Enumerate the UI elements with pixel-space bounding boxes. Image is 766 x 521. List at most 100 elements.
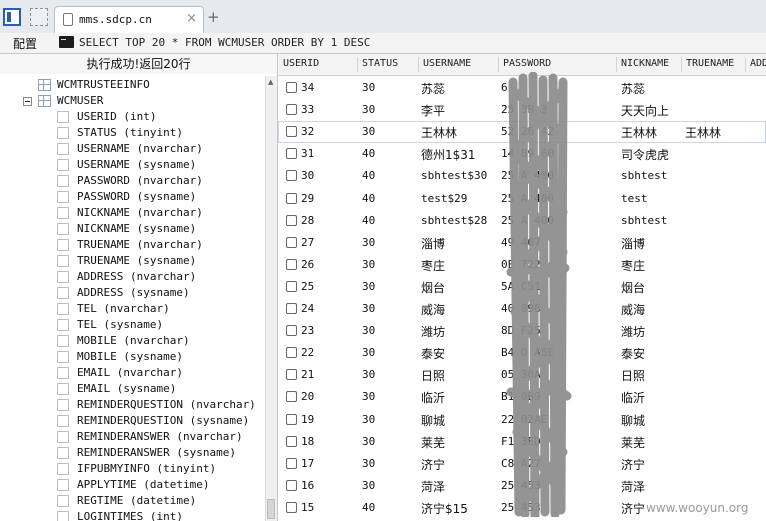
cell-status[interactable]: 30 bbox=[362, 479, 375, 492]
row-record-icon[interactable] bbox=[286, 435, 297, 447]
column-separator[interactable] bbox=[418, 57, 419, 72]
window-layout-button[interactable] bbox=[3, 8, 21, 26]
collapse-icon[interactable] bbox=[23, 97, 32, 106]
cell-username[interactable]: 威海 bbox=[421, 301, 445, 318]
cell-userid[interactable]: 29 bbox=[301, 192, 314, 205]
cell-status[interactable]: 30 bbox=[362, 280, 375, 293]
tree-column[interactable]: TRUENAME (sysname) bbox=[0, 253, 260, 269]
cell-nickname[interactable]: 王林林 bbox=[621, 124, 657, 141]
column-separator[interactable] bbox=[745, 57, 746, 72]
tree-column[interactable]: REGTIME (datetime) bbox=[0, 493, 260, 509]
column-separator[interactable] bbox=[681, 57, 682, 72]
cell-status[interactable]: 30 bbox=[362, 457, 375, 470]
row-record-icon[interactable] bbox=[286, 126, 297, 138]
cell-nickname[interactable]: 泰安 bbox=[621, 345, 645, 362]
cell-nickname[interactable]: 司令虎虎 bbox=[621, 146, 669, 163]
tree-column[interactable]: EMAIL (sysname) bbox=[0, 381, 260, 397]
cell-status[interactable]: 30 bbox=[362, 258, 375, 271]
tree-column[interactable]: NICKNAME (nvarchar) bbox=[0, 205, 260, 221]
tree-column[interactable]: EMAIL (nvarchar) bbox=[0, 365, 260, 381]
column-header-password[interactable]: PASSWORD bbox=[503, 58, 551, 69]
row-record-icon[interactable] bbox=[286, 82, 297, 93]
cell-userid[interactable]: 25 bbox=[301, 280, 314, 293]
row-record-icon[interactable] bbox=[286, 325, 297, 337]
cell-userid[interactable]: 28 bbox=[301, 214, 314, 227]
cell-nickname[interactable]: 聊城 bbox=[621, 412, 645, 429]
row-record-icon[interactable] bbox=[286, 413, 297, 425]
scroll-up-icon[interactable]: ▲ bbox=[268, 78, 273, 86]
cell-nickname[interactable]: 淄博 bbox=[621, 235, 645, 252]
tree-column[interactable]: USERNAME (sysname) bbox=[0, 157, 260, 173]
tree-scrollbar[interactable]: ▲ bbox=[265, 76, 277, 521]
cell-nickname[interactable]: 苏蕊 bbox=[621, 80, 645, 97]
cell-status[interactable]: 40 bbox=[362, 192, 375, 205]
cell-username[interactable]: 淄博 bbox=[421, 235, 445, 252]
cell-username[interactable]: 临沂 bbox=[421, 389, 445, 406]
cell-username[interactable]: 泰安 bbox=[421, 345, 445, 362]
cell-userid[interactable]: 20 bbox=[301, 390, 314, 403]
column-header-status[interactable]: STATUS bbox=[362, 58, 398, 69]
cell-userid[interactable]: 33 bbox=[301, 103, 314, 116]
cell-status[interactable]: 30 bbox=[362, 390, 375, 403]
row-record-icon[interactable] bbox=[286, 280, 297, 292]
cell-userid[interactable]: 32 bbox=[301, 125, 314, 138]
row-record-icon[interactable] bbox=[286, 391, 297, 403]
sql-query-input[interactable]: SELECT TOP 20 * FROM WCMUSER ORDER BY 1 … bbox=[79, 36, 370, 49]
tree-column[interactable]: NICKNAME (sysname) bbox=[0, 221, 260, 237]
cell-status[interactable]: 30 bbox=[362, 125, 375, 138]
tree-column[interactable]: LOGINTIMES (int) bbox=[0, 509, 260, 521]
cell-username[interactable]: 聊城 bbox=[421, 412, 445, 429]
cell-userid[interactable]: 23 bbox=[301, 324, 314, 337]
tree-column[interactable]: REMINDERQUESTION (sysname) bbox=[0, 413, 260, 429]
tree-column[interactable]: REMINDERANSWER (sysname) bbox=[0, 445, 260, 461]
tree-column[interactable]: TEL (nvarchar) bbox=[0, 301, 260, 317]
cell-nickname[interactable]: 天天向上 bbox=[621, 102, 669, 119]
tree-table-wcmtrusteeinfo[interactable]: WCMTRUSTEEINFO bbox=[0, 77, 260, 93]
column-header-nickname[interactable]: NICKNAME bbox=[621, 58, 669, 69]
cell-userid[interactable]: 16 bbox=[301, 479, 314, 492]
cell-nickname[interactable]: sbhtest bbox=[621, 214, 667, 227]
tree-column[interactable]: ADDRESS (sysname) bbox=[0, 285, 260, 301]
cell-userid[interactable]: 24 bbox=[301, 302, 314, 315]
cell-userid[interactable]: 18 bbox=[301, 435, 314, 448]
cell-userid[interactable]: 17 bbox=[301, 457, 314, 470]
tree-column[interactable]: MOBILE (sysname) bbox=[0, 349, 260, 365]
cell-nickname[interactable]: 莱芜 bbox=[621, 434, 645, 451]
cell-userid[interactable]: 30 bbox=[301, 169, 314, 182]
row-record-icon[interactable] bbox=[286, 347, 297, 359]
column-separator[interactable] bbox=[616, 57, 617, 72]
cell-status[interactable]: 40 bbox=[362, 214, 375, 227]
cell-nickname[interactable]: 潍坊 bbox=[621, 323, 645, 340]
tree-table-wcmuser[interactable]: WCMUSER bbox=[0, 93, 260, 109]
cell-userid[interactable]: 21 bbox=[301, 368, 314, 381]
cell-userid[interactable]: 22 bbox=[301, 346, 314, 359]
cell-nickname[interactable]: 济宁 bbox=[621, 456, 645, 473]
cell-userid[interactable]: 34 bbox=[301, 81, 314, 94]
tree-column[interactable]: USERID (int) bbox=[0, 109, 260, 125]
column-header-addr[interactable]: ADDR bbox=[750, 58, 766, 69]
column-header-username[interactable]: USERNAME bbox=[423, 58, 471, 69]
row-record-icon[interactable] bbox=[286, 303, 297, 314]
tree-column[interactable]: STATUS (tinyint) bbox=[0, 125, 260, 141]
cell-truename[interactable]: 王林林 bbox=[685, 124, 721, 141]
row-record-icon[interactable] bbox=[286, 258, 297, 270]
row-record-icon[interactable] bbox=[286, 104, 297, 116]
cell-status[interactable]: 30 bbox=[362, 302, 375, 315]
cell-username[interactable]: 菏泽 bbox=[421, 478, 445, 495]
row-record-icon[interactable] bbox=[286, 501, 297, 513]
tree-column[interactable]: IFPUBMYINFO (tinyint) bbox=[0, 461, 260, 477]
row-record-icon[interactable] bbox=[286, 192, 297, 204]
cell-status[interactable]: 40 bbox=[362, 169, 375, 182]
cell-status[interactable]: 30 bbox=[362, 435, 375, 448]
config-button[interactable]: 配置 bbox=[13, 35, 37, 52]
row-record-icon[interactable] bbox=[286, 479, 297, 491]
tree-column[interactable]: TRUENAME (nvarchar) bbox=[0, 237, 260, 253]
cell-status[interactable]: 30 bbox=[362, 103, 375, 116]
row-record-icon[interactable] bbox=[286, 236, 297, 248]
cell-nickname[interactable]: sbhtest bbox=[621, 169, 667, 182]
cell-status[interactable]: 30 bbox=[362, 346, 375, 359]
tree-column[interactable]: REMINDERQUESTION (nvarchar) bbox=[0, 397, 260, 413]
cell-username[interactable]: 济宁 bbox=[421, 456, 445, 473]
cell-nickname[interactable]: 菏泽 bbox=[621, 478, 645, 495]
column-separator[interactable] bbox=[498, 57, 499, 72]
